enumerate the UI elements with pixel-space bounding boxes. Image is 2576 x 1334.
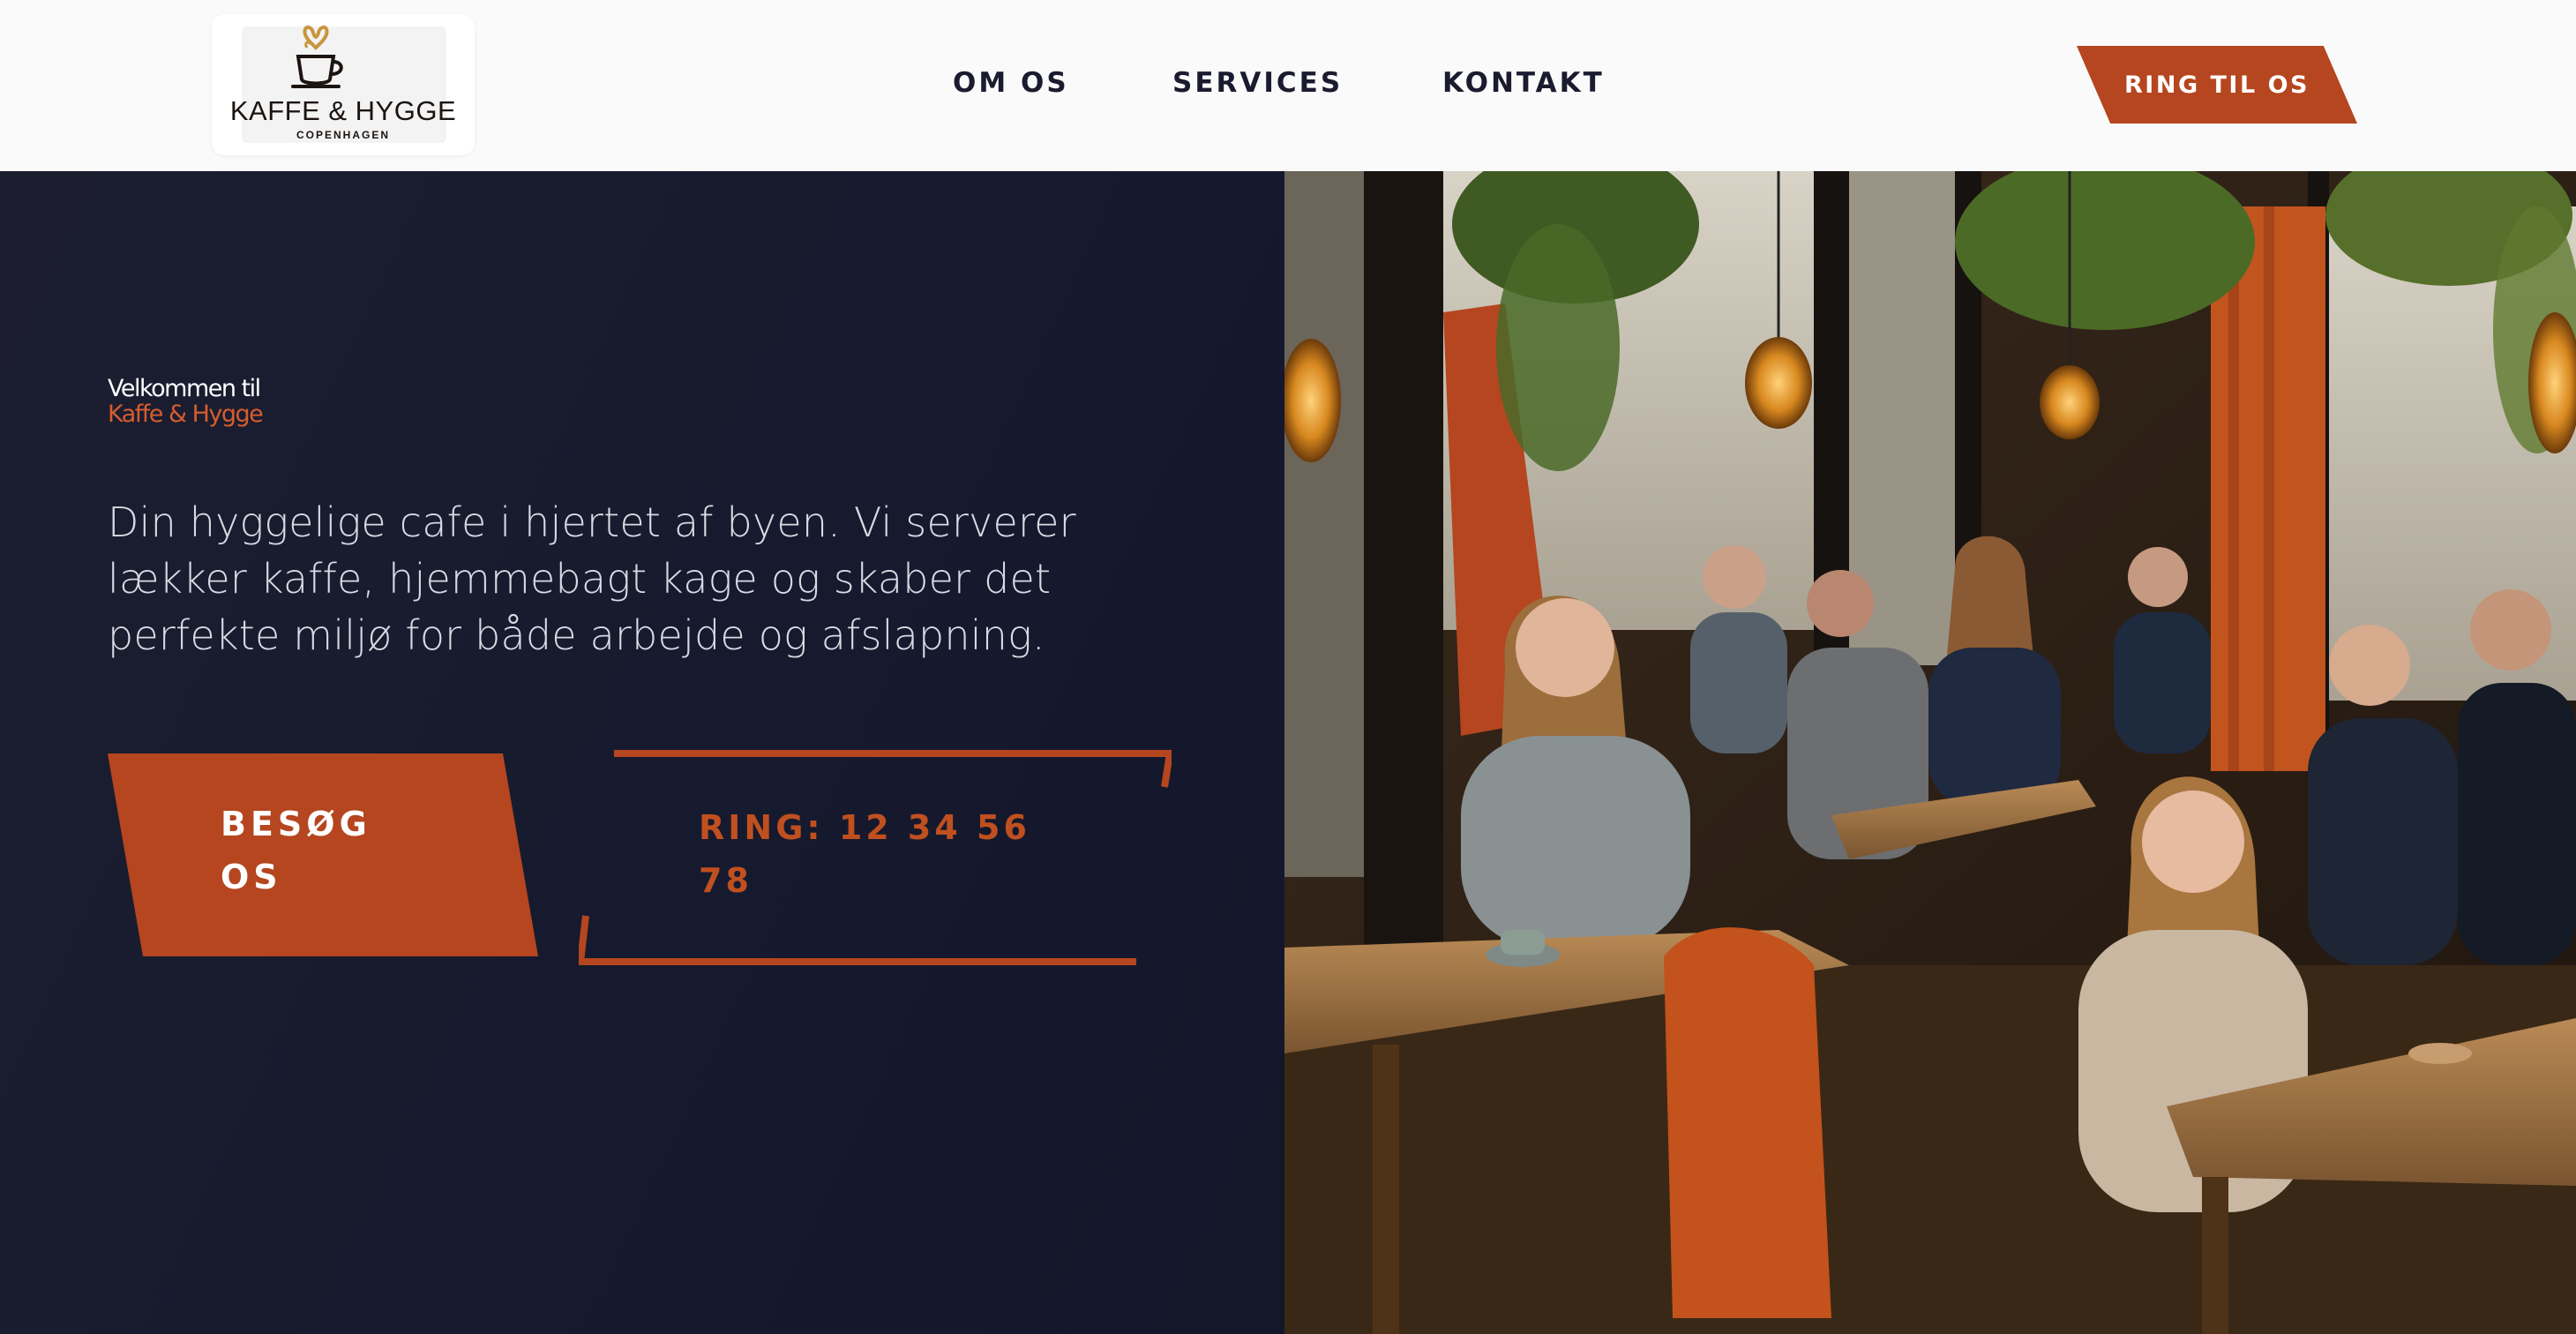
- nav-services[interactable]: SERVICES: [1172, 67, 1343, 99]
- call-number-label: RING: 12 34 56 78: [699, 808, 1030, 900]
- visit-us-label: BESØG OS: [221, 805, 371, 896]
- nav-kontakt[interactable]: KONTAKT: [1442, 67, 1605, 99]
- brand-line: Kaffe & Hygge: [108, 401, 264, 428]
- cafe-interior-photo: [1284, 171, 2576, 1334]
- nav-om-os[interactable]: OM OS: [953, 67, 1069, 99]
- site-header: KAFFE & HYGGE COPENHAGEN OM OS SERVICES …: [0, 0, 2576, 171]
- hero-section: Velkommen til Kaffe & Hygge Din hyggelig…: [0, 171, 1284, 1334]
- call-number-button[interactable]: RING: 12 34 56 78: [579, 750, 1172, 965]
- call-us-button[interactable]: RING TIL OS: [2077, 46, 2357, 124]
- welcome-line: Velkommen til: [108, 375, 261, 402]
- cafe-scene-illustration: [1284, 171, 2576, 1334]
- welcome-heading: Velkommen til Kaffe & Hygge: [108, 375, 264, 428]
- hero-intro-text: Din hyggelige cafe i hjertet af byen. Vi…: [108, 498, 1076, 659]
- visit-us-button[interactable]: BESØG OS: [108, 753, 538, 956]
